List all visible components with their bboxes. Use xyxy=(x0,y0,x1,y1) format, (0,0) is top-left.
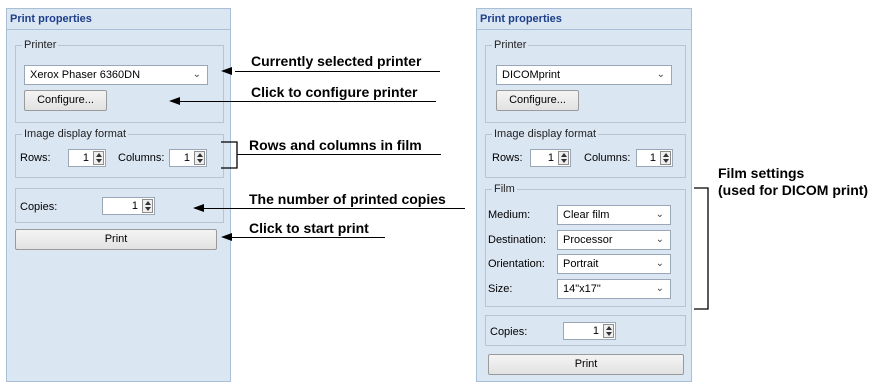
arrowhead-icon xyxy=(221,233,232,241)
bracket-icon xyxy=(694,187,709,310)
bracket-icon xyxy=(221,141,238,169)
annotation-arrows-overlay xyxy=(169,67,709,310)
arrowhead-icon xyxy=(221,67,232,75)
arrowhead-icon xyxy=(169,97,180,105)
arrowhead-icon xyxy=(193,204,204,212)
